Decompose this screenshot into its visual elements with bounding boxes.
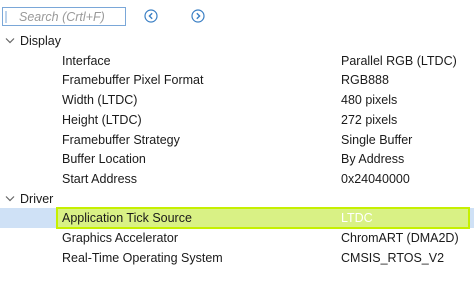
property-name: Framebuffer Pixel Format [62, 73, 204, 87]
property-value[interactable]: LTDC [341, 209, 373, 228]
property-row-height[interactable]: Height (LTDC) 272 pixels [0, 111, 474, 130]
property-row-interface[interactable]: Interface Parallel RGB (LTDC) [0, 52, 474, 71]
search-toolbar [0, 6, 474, 28]
search-input[interactable] [19, 8, 123, 25]
group-label: Driver [20, 192, 54, 206]
group-display[interactable]: Display [0, 32, 474, 51]
property-row-graphics-accelerator[interactable]: Graphics Accelerator ChromART (DMA2D) [0, 229, 474, 248]
circle-chevron-left-icon[interactable] [144, 9, 158, 23]
property-name: Graphics Accelerator [62, 231, 179, 245]
search-field[interactable] [2, 7, 126, 26]
property-row-framebuffer-strategy[interactable]: Framebuffer Strategy Single Buffer [0, 131, 474, 150]
property-name: Height (LTDC) [62, 113, 142, 127]
property-name: Application Tick Source [62, 211, 192, 225]
property-row-buffer-location[interactable]: Buffer Location By Address [0, 150, 474, 169]
search-icon [5, 11, 7, 23]
property-row-start-address[interactable]: Start Address 0x24040000 [0, 170, 474, 189]
property-value[interactable]: 480 pixels [341, 91, 397, 110]
property-value[interactable]: RGB888 [341, 71, 389, 90]
property-value[interactable]: CMSIS_RTOS_V2 [341, 249, 444, 268]
circle-chevron-right-icon[interactable] [191, 9, 205, 23]
group-label: Display [20, 34, 61, 48]
property-value[interactable]: Single Buffer [341, 131, 412, 150]
property-row-application-tick-source[interactable]: Application Tick Source LTDC [0, 209, 474, 228]
property-value[interactable]: ChromART (DMA2D) [341, 229, 459, 248]
property-name: Interface [62, 54, 111, 68]
property-value[interactable]: By Address [341, 150, 404, 169]
property-name: Start Address [62, 172, 138, 186]
chevron-down-icon[interactable] [5, 195, 15, 203]
property-row-width[interactable]: Width (LTDC) 480 pixels [0, 91, 474, 110]
property-name: Buffer Location [62, 152, 146, 166]
property-value[interactable]: 272 pixels [341, 111, 397, 130]
property-row-framebuffer-pixel-format[interactable]: Framebuffer Pixel Format RGB888 [0, 71, 474, 90]
chevron-down-icon[interactable] [5, 37, 15, 45]
property-name: Width (LTDC) [62, 93, 138, 107]
property-name: Real-Time Operating System [62, 251, 223, 265]
property-row-rtos[interactable]: Real-Time Operating System CMSIS_RTOS_V2 [0, 249, 474, 268]
property-value[interactable]: 0x24040000 [341, 170, 410, 189]
property-name: Framebuffer Strategy [62, 133, 180, 147]
property-value[interactable]: Parallel RGB (LTDC) [341, 52, 457, 71]
